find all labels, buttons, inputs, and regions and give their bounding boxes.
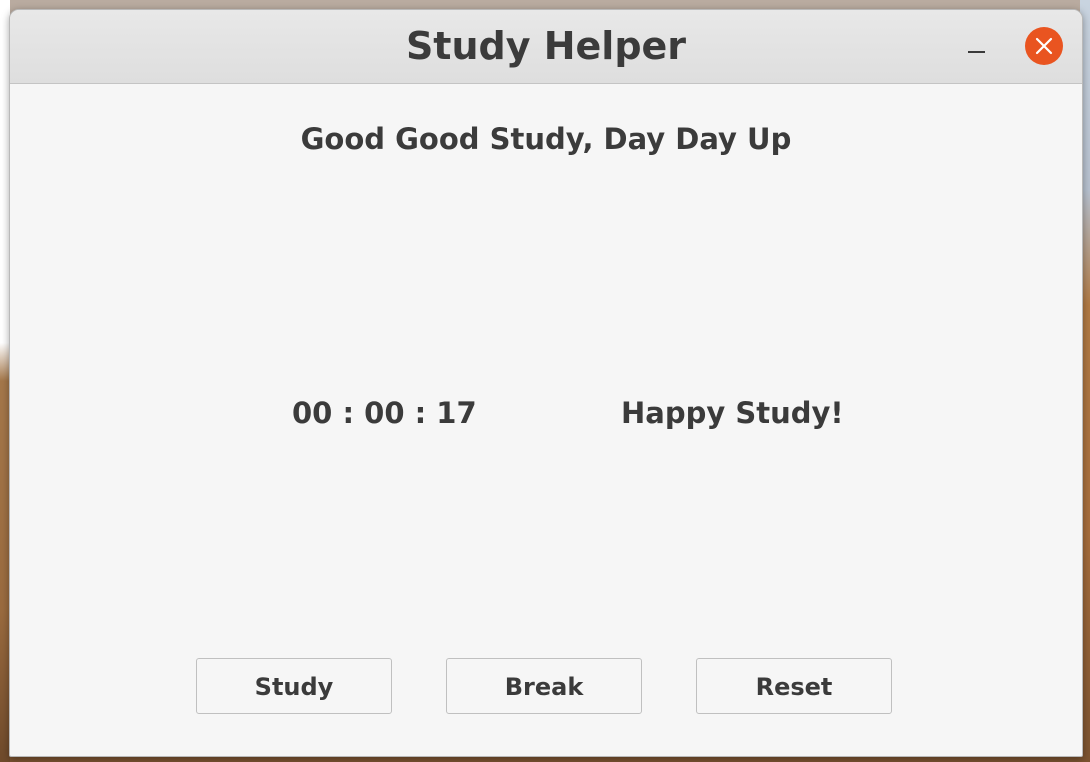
motto-label: Good Good Study, Day Day Up [300, 122, 792, 156]
study-button[interactable]: Study [196, 658, 392, 714]
main-content: Good Good Study, Day Day Up 00 : 00 : 17… [10, 84, 1082, 756]
status-label: Happy Study! [621, 396, 844, 430]
window-title: Study Helper [405, 24, 687, 68]
minimize-button[interactable] [960, 30, 994, 64]
close-icon [1035, 37, 1053, 55]
break-button[interactable]: Break [446, 658, 642, 714]
timer-display: 00 : 00 : 17 [292, 396, 477, 430]
minimize-icon [968, 51, 985, 53]
study-helper-window: Study Helper Good Good Study, Day Day Up… [9, 9, 1083, 757]
reset-button[interactable]: Reset [696, 658, 892, 714]
titlebar[interactable]: Study Helper [10, 10, 1082, 84]
close-button[interactable] [1025, 27, 1063, 65]
